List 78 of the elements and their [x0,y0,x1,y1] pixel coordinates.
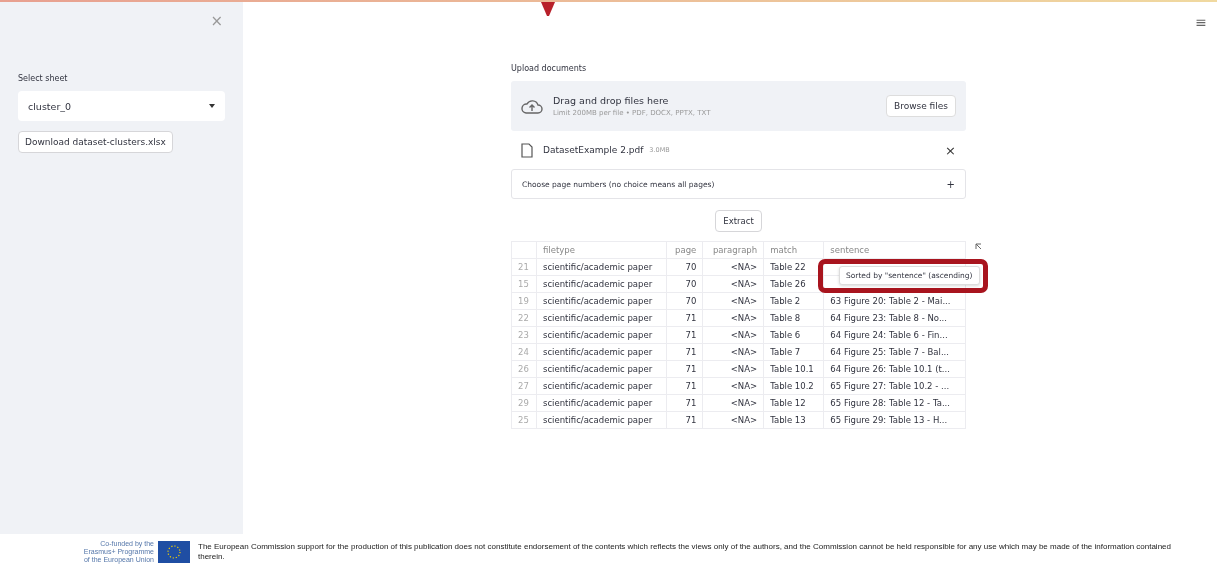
table-cell: 71 [666,411,703,429]
table-cell: 64 Figure 25: Table 7 - Bal... [823,343,966,361]
column-header[interactable]: sentence [823,241,966,259]
table-cell: scientific/academic paper [536,292,667,310]
table-cell: 71 [666,394,703,412]
dropzone-title: Drag and drop files here [553,95,670,106]
table-cell: <NA> [702,258,764,276]
table-cell: <NA> [702,394,764,412]
extract-button[interactable]: Extract [715,210,762,232]
table-cell: scientific/academic paper [536,377,667,395]
table-cell: 70 [666,258,703,276]
table-cell: Table 6 [763,326,824,344]
table-cell: 64 Figure 23: Table 8 - No... [823,309,966,327]
table-cell: Table 10.2 [763,377,824,395]
table-cell: 65 Figure 29: Table 13 - H... [823,411,966,429]
table-cell: scientific/academic paper [536,343,667,361]
file-icon [521,142,533,158]
table-cell: Table 13 [763,411,824,429]
table-cell: 70 [666,292,703,310]
table-cell: scientific/academic paper [536,258,667,276]
column-header[interactable]: match [763,241,824,259]
table-cell: 64 Figure 26: Table 10.1 (t... [823,360,966,378]
caret-icon [209,104,215,108]
table-cell: 71 [666,377,703,395]
table-cell: 65 Figure 28: Table 12 - Ta... [823,394,966,412]
row-index: 29 [511,394,537,412]
select-label: Select sheet [18,74,69,83]
table-cell: <NA> [702,377,764,395]
table-cell: <NA> [702,360,764,378]
sheet-select[interactable]: cluster_0 [18,91,225,121]
row-index: 15 [511,275,537,293]
table-cell: 64 Figure 24: Table 6 - Fin... [823,326,966,344]
table-cell: Table 8 [763,309,824,327]
row-index: 23 [511,326,537,344]
table-cell: scientific/academic paper [536,275,667,293]
table-cell: <NA> [702,309,764,327]
download-button[interactable]: Download dataset-clusters.xlsx [18,131,173,153]
column-header[interactable]: filetype [536,241,667,259]
remove-file-icon[interactable]: × [945,142,956,158]
table-cell: 63 Figure 20: Table 2 - Mai... [823,292,966,310]
table-cell: scientific/academic paper [536,360,667,378]
table-cell: Table 26 [763,275,824,293]
table-cell: Table 7 [763,343,824,361]
cloud-upload-icon [521,98,543,114]
disclaimer-text: The European Commission support for the production of this publication does not constitute endorsement of the contents which reflects the views only of the authors, and the Commission cannot be held responsible for any use which may be made of the information contained therein. [198,542,1172,562]
table-cell: Table 2 [763,292,824,310]
column-header[interactable]: page [666,241,703,259]
table-cell: <NA> [702,292,764,310]
table-cell: 71 [666,309,703,327]
file-name: DatasetExample 2.pdf [543,145,644,155]
table-cell: 65 Figure 27: Table 10.2 - ... [823,377,966,395]
table-cell: scientific/academic paper [536,394,667,412]
expand-icon[interactable] [975,243,982,250]
row-index: 25 [511,411,537,429]
table-cell: <NA> [702,275,764,293]
table-cell: scientific/academic paper [536,309,667,327]
menu-icon[interactable]: ≡ [1195,14,1207,30]
table-cell: Table 12 [763,394,824,412]
eu-flag-icon [158,541,190,563]
row-index: 27 [511,377,537,395]
table-cell: <NA> [702,326,764,344]
upload-label: Upload documents [511,64,588,73]
browse-files-button[interactable]: Browse files [885,95,956,117]
table-cell: 71 [666,343,703,361]
row-index: 22 [511,309,537,327]
table-cell: scientific/academic paper [536,326,667,344]
table-cell: <NA> [702,343,764,361]
table-cell: 71 [666,360,703,378]
row-index: 24 [511,343,537,361]
table-cell: <NA> [702,411,764,429]
row-index: 26 [511,360,537,378]
row-index: 19 [511,292,537,310]
row-index: 21 [511,258,537,276]
table-cell: scientific/academic paper [536,411,667,429]
table-cell: 71 [666,326,703,344]
table-cell: 70 [666,275,703,293]
table-cell: Table 10.1 [763,360,824,378]
column-header[interactable]: paragraph [702,241,764,259]
